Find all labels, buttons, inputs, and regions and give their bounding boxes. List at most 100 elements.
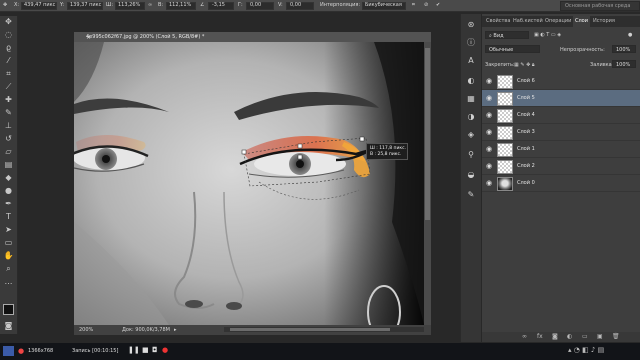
- tab-layers[interactable]: Слои: [573, 16, 590, 27]
- vskew-value: 0,00: [290, 2, 302, 8]
- visibility-eye-icon[interactable]: ◉: [486, 77, 492, 85]
- warp-icon[interactable]: ⌗: [412, 2, 415, 8]
- options-bar: ✥ X: 439,47 пикс Y: 139,37 пикс Ш: 113,2…: [0, 0, 640, 12]
- layer-filter-select[interactable]: ⌕ Вид: [485, 31, 529, 39]
- layer-row[interactable]: ◉ Слой 3: [482, 124, 640, 141]
- move-tool-icon[interactable]: ✥: [3, 16, 14, 27]
- link-icon[interactable]: ∞: [148, 2, 152, 8]
- start-icon[interactable]: [3, 346, 14, 356]
- move-tool-icon[interactable]: ✥: [3, 2, 7, 8]
- link-layers-icon[interactable]: ∞: [522, 333, 527, 340]
- gradient-tool-icon[interactable]: ▤: [3, 159, 14, 170]
- document-tab[interactable]: × 4e995c062f67.jpg @ 200% (Слой 5, RGB/8…: [74, 32, 431, 42]
- document-size[interactable]: Док: 900,0K/3,78M: [122, 327, 170, 333]
- layer-thumbnail: [497, 143, 513, 157]
- x-label: X:: [14, 2, 20, 8]
- vertical-scrollbar[interactable]: [424, 42, 431, 325]
- shape-tool-icon[interactable]: ▭: [3, 237, 14, 248]
- adjustment-layer-icon[interactable]: ◐: [567, 333, 572, 340]
- blur-tool-icon[interactable]: ◆: [3, 172, 14, 183]
- adjustments-icon[interactable]: ◑: [466, 112, 476, 122]
- visibility-eye-icon[interactable]: ◉: [486, 162, 492, 170]
- canvas[interactable]: [74, 42, 424, 325]
- pen-tool-icon[interactable]: ✒: [3, 198, 14, 209]
- layers-footer: ∞ fx ◙ ◐ ▭ ▣ 🗑︎: [482, 332, 640, 342]
- pause-icon[interactable]: ❚❚: [128, 346, 140, 354]
- workspace-select[interactable]: Основная рабочая среда: [560, 1, 640, 11]
- eraser-tool-icon[interactable]: ▱: [3, 146, 14, 157]
- fill-field[interactable]: 100%: [612, 60, 636, 68]
- more-tools-icon[interactable]: …: [3, 276, 14, 287]
- horizontal-scrollbar[interactable]: [224, 327, 424, 332]
- layer-row[interactable]: ◉ Слой 4: [482, 107, 640, 124]
- color-icon[interactable]: ◐: [466, 76, 476, 86]
- resolution-text: 1366x768: [28, 348, 54, 354]
- layer-row[interactable]: ◉ Слой 6: [482, 73, 640, 90]
- visibility-eye-icon[interactable]: ◉: [486, 128, 492, 136]
- new-group-icon[interactable]: ▭: [582, 333, 588, 340]
- hand-tool-icon[interactable]: ✋: [3, 250, 14, 261]
- layer-name: Слой 1: [517, 146, 535, 152]
- record-icon[interactable]: ●: [162, 346, 168, 354]
- visibility-eye-icon[interactable]: ◉: [486, 94, 492, 102]
- camera-icon[interactable]: ◘: [152, 346, 158, 354]
- clone-stamp-tool-icon[interactable]: ⊥: [3, 120, 14, 131]
- cancel-transform-icon[interactable]: ⊘: [424, 2, 428, 8]
- add-mask-icon[interactable]: ◙: [552, 333, 558, 340]
- layer-thumbnail-photo: [497, 177, 513, 191]
- magic-wand-tool-icon[interactable]: ⁄: [3, 55, 14, 66]
- zoom-tool-icon[interactable]: ⌕: [3, 263, 14, 274]
- brush-panel-icon[interactable]: ✎: [466, 190, 476, 200]
- angle-value: -3,15: [212, 2, 225, 8]
- layer-row[interactable]: ◉ Слой 0: [482, 175, 640, 192]
- lock-icons[interactable]: ▦ ✎ ✥ 🔒︎: [514, 62, 535, 68]
- opacity-field[interactable]: 100%: [612, 45, 636, 53]
- horizontal-scroll-thumb[interactable]: [230, 328, 390, 331]
- brush-tool-icon[interactable]: ✎: [3, 107, 14, 118]
- type-tool-icon[interactable]: T: [3, 211, 14, 222]
- tab-brush-presets[interactable]: Наб.кистей: [511, 16, 545, 27]
- status-menu-arrow-icon[interactable]: ▸: [174, 327, 177, 333]
- lasso-tool-icon[interactable]: ϱ: [3, 42, 14, 53]
- filter-icons[interactable]: ▣ ◐ T ▭ ◈: [534, 32, 561, 38]
- new-layer-icon[interactable]: ▣: [597, 333, 603, 340]
- tab-history[interactable]: История: [591, 16, 617, 27]
- commit-transform-icon[interactable]: ✔: [436, 2, 440, 8]
- healing-brush-tool-icon[interactable]: ✚: [3, 94, 14, 105]
- swatches-icon[interactable]: ▦: [466, 94, 476, 104]
- filter-toggle-icon[interactable]: ●: [628, 32, 632, 38]
- visibility-eye-icon[interactable]: ◉: [486, 111, 492, 119]
- zoom-level[interactable]: 200%: [79, 327, 93, 333]
- eyedropper-tool-icon[interactable]: ⟋: [3, 81, 14, 92]
- visibility-eye-icon[interactable]: ◉: [486, 179, 492, 187]
- tray-icons[interactable]: ▴ ◔ ◧ ♪ ▤: [568, 346, 604, 354]
- dodge-tool-icon[interactable]: ●: [3, 185, 14, 196]
- channels-icon[interactable]: ◒: [466, 170, 476, 180]
- layer-row[interactable]: ◉ Слой 2: [482, 158, 640, 175]
- character-icon[interactable]: A: [466, 56, 476, 66]
- tab-actions[interactable]: Операции: [543, 16, 573, 27]
- recording-time: Запись [00:10:15]: [72, 348, 119, 354]
- marquee-tool-icon[interactable]: ◌: [3, 29, 14, 40]
- visibility-eye-icon[interactable]: ◉: [486, 145, 492, 153]
- crop-tool-icon[interactable]: ⌗: [3, 68, 14, 79]
- tab-properties[interactable]: Свойства: [484, 16, 512, 27]
- styles-icon[interactable]: ◈: [466, 130, 476, 140]
- history-brush-tool-icon[interactable]: ↺: [3, 133, 14, 144]
- portrait-image: [74, 42, 424, 325]
- vertical-scroll-thumb[interactable]: [425, 48, 430, 220]
- path-selection-tool-icon[interactable]: ➤: [3, 224, 14, 235]
- trash-icon[interactable]: 🗑︎: [612, 333, 620, 340]
- stop-icon[interactable]: ■: [142, 346, 149, 354]
- history-icon[interactable]: ⊛: [466, 20, 476, 30]
- layer-row[interactable]: ◉ Слой 1: [482, 141, 640, 158]
- blend-mode-select[interactable]: Обычные: [485, 45, 540, 53]
- panel-icon-strip: ⊛ ⓘ A ◐ ▦ ◑ ◈ ⚲ ◒ ✎: [460, 14, 481, 342]
- foreground-color-swatch[interactable]: [3, 304, 14, 315]
- h-value: 112,11%: [169, 2, 192, 8]
- paths-icon[interactable]: ⚲: [466, 150, 476, 160]
- info-icon[interactable]: ⓘ: [466, 38, 476, 48]
- quick-mask-icon[interactable]: ◙: [3, 320, 14, 331]
- layer-row-selected[interactable]: ◉ Слой 5: [482, 90, 640, 107]
- layer-style-icon[interactable]: fx: [537, 333, 543, 340]
